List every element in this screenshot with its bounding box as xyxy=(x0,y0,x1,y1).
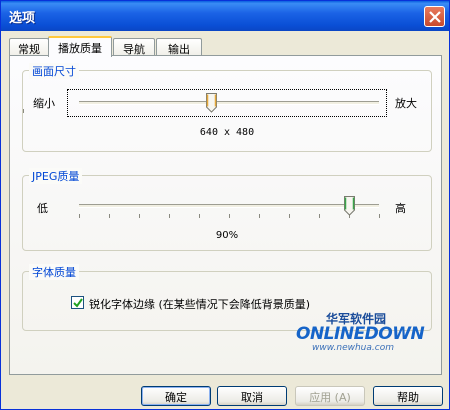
watermark-url: www.newhua.com xyxy=(312,343,394,353)
size-value: 640 x 480 xyxy=(199,127,255,138)
slider-tick xyxy=(319,214,320,218)
slider-tick xyxy=(79,214,80,218)
slider-tick xyxy=(169,214,170,218)
jpeg-value: 90% xyxy=(215,230,239,241)
size-min-label: 缩小 xyxy=(33,97,55,110)
slider-tick xyxy=(259,214,260,218)
slider-tick xyxy=(109,214,110,218)
tab-navigation[interactable]: 导航 xyxy=(113,38,155,56)
tab-general[interactable]: 常规 xyxy=(9,38,49,56)
slider-tick xyxy=(23,109,24,113)
cancel-button[interactable]: 取消 xyxy=(217,386,287,406)
jpeg-group: JPEG质量 低 高 90% xyxy=(22,168,432,251)
cancel-button-label: 取消 xyxy=(241,391,263,404)
window-title: 选项 xyxy=(9,11,36,26)
tab-output[interactable]: 输出 xyxy=(156,38,202,56)
help-button-label: 帮助 xyxy=(397,391,419,404)
tab-panel: 画面尺寸 缩小 放大 640 x 480 JPEG质量 低 高 90% 字体质量… xyxy=(9,55,442,375)
size-max-label: 放大 xyxy=(395,97,417,110)
slider-tick xyxy=(139,214,140,218)
tab-label: 播放质量 xyxy=(58,42,102,55)
size-group: 画面尺寸 缩小 放大 640 x 480 xyxy=(22,63,432,152)
size-slider-thumb[interactable] xyxy=(206,93,217,113)
watermark-logo: ONLINEDOWN xyxy=(296,324,425,344)
slider-tick xyxy=(379,214,380,218)
jpeg-group-label: JPEG质量 xyxy=(29,168,83,184)
apply-button-label: 应用 (A) xyxy=(309,391,351,404)
slider-tick xyxy=(229,214,230,218)
tab-playback-quality[interactable]: 播放质量 xyxy=(48,36,112,57)
jpeg-max-label: 高 xyxy=(395,202,406,215)
title-bar[interactable]: 选项 xyxy=(1,1,449,31)
size-group-label: 画面尺寸 xyxy=(29,63,79,79)
font-group-label: 字体质量 xyxy=(29,264,79,280)
jpeg-min-label: 低 xyxy=(37,202,48,215)
checkmark-icon xyxy=(73,298,83,308)
jpeg-slider-thumb[interactable] xyxy=(344,196,355,216)
ok-button[interactable]: 确定 xyxy=(141,386,211,406)
size-slider-track[interactable] xyxy=(79,101,379,105)
close-icon xyxy=(429,11,441,23)
slider-tick xyxy=(289,214,290,218)
options-dialog: 选项 常规 播放质量 导航 输出 画面尺寸 缩小 放大 640 x 480 JP… xyxy=(0,0,450,410)
slider-tick xyxy=(199,214,200,218)
jpeg-slider-track[interactable] xyxy=(79,204,379,208)
help-button[interactable]: 帮助 xyxy=(373,386,443,406)
close-button[interactable] xyxy=(424,6,445,27)
sharpen-font-label[interactable]: 锐化字体边缘 (在某些情况下会降低背景质量) xyxy=(89,296,310,312)
site-watermark: 华军软件园 ONLINEDOWN www.newhua.com xyxy=(296,310,425,355)
apply-button[interactable]: 应用 (A) xyxy=(295,386,365,406)
ok-button-label: 确定 xyxy=(165,391,187,404)
sharpen-font-checkbox[interactable] xyxy=(71,296,84,309)
